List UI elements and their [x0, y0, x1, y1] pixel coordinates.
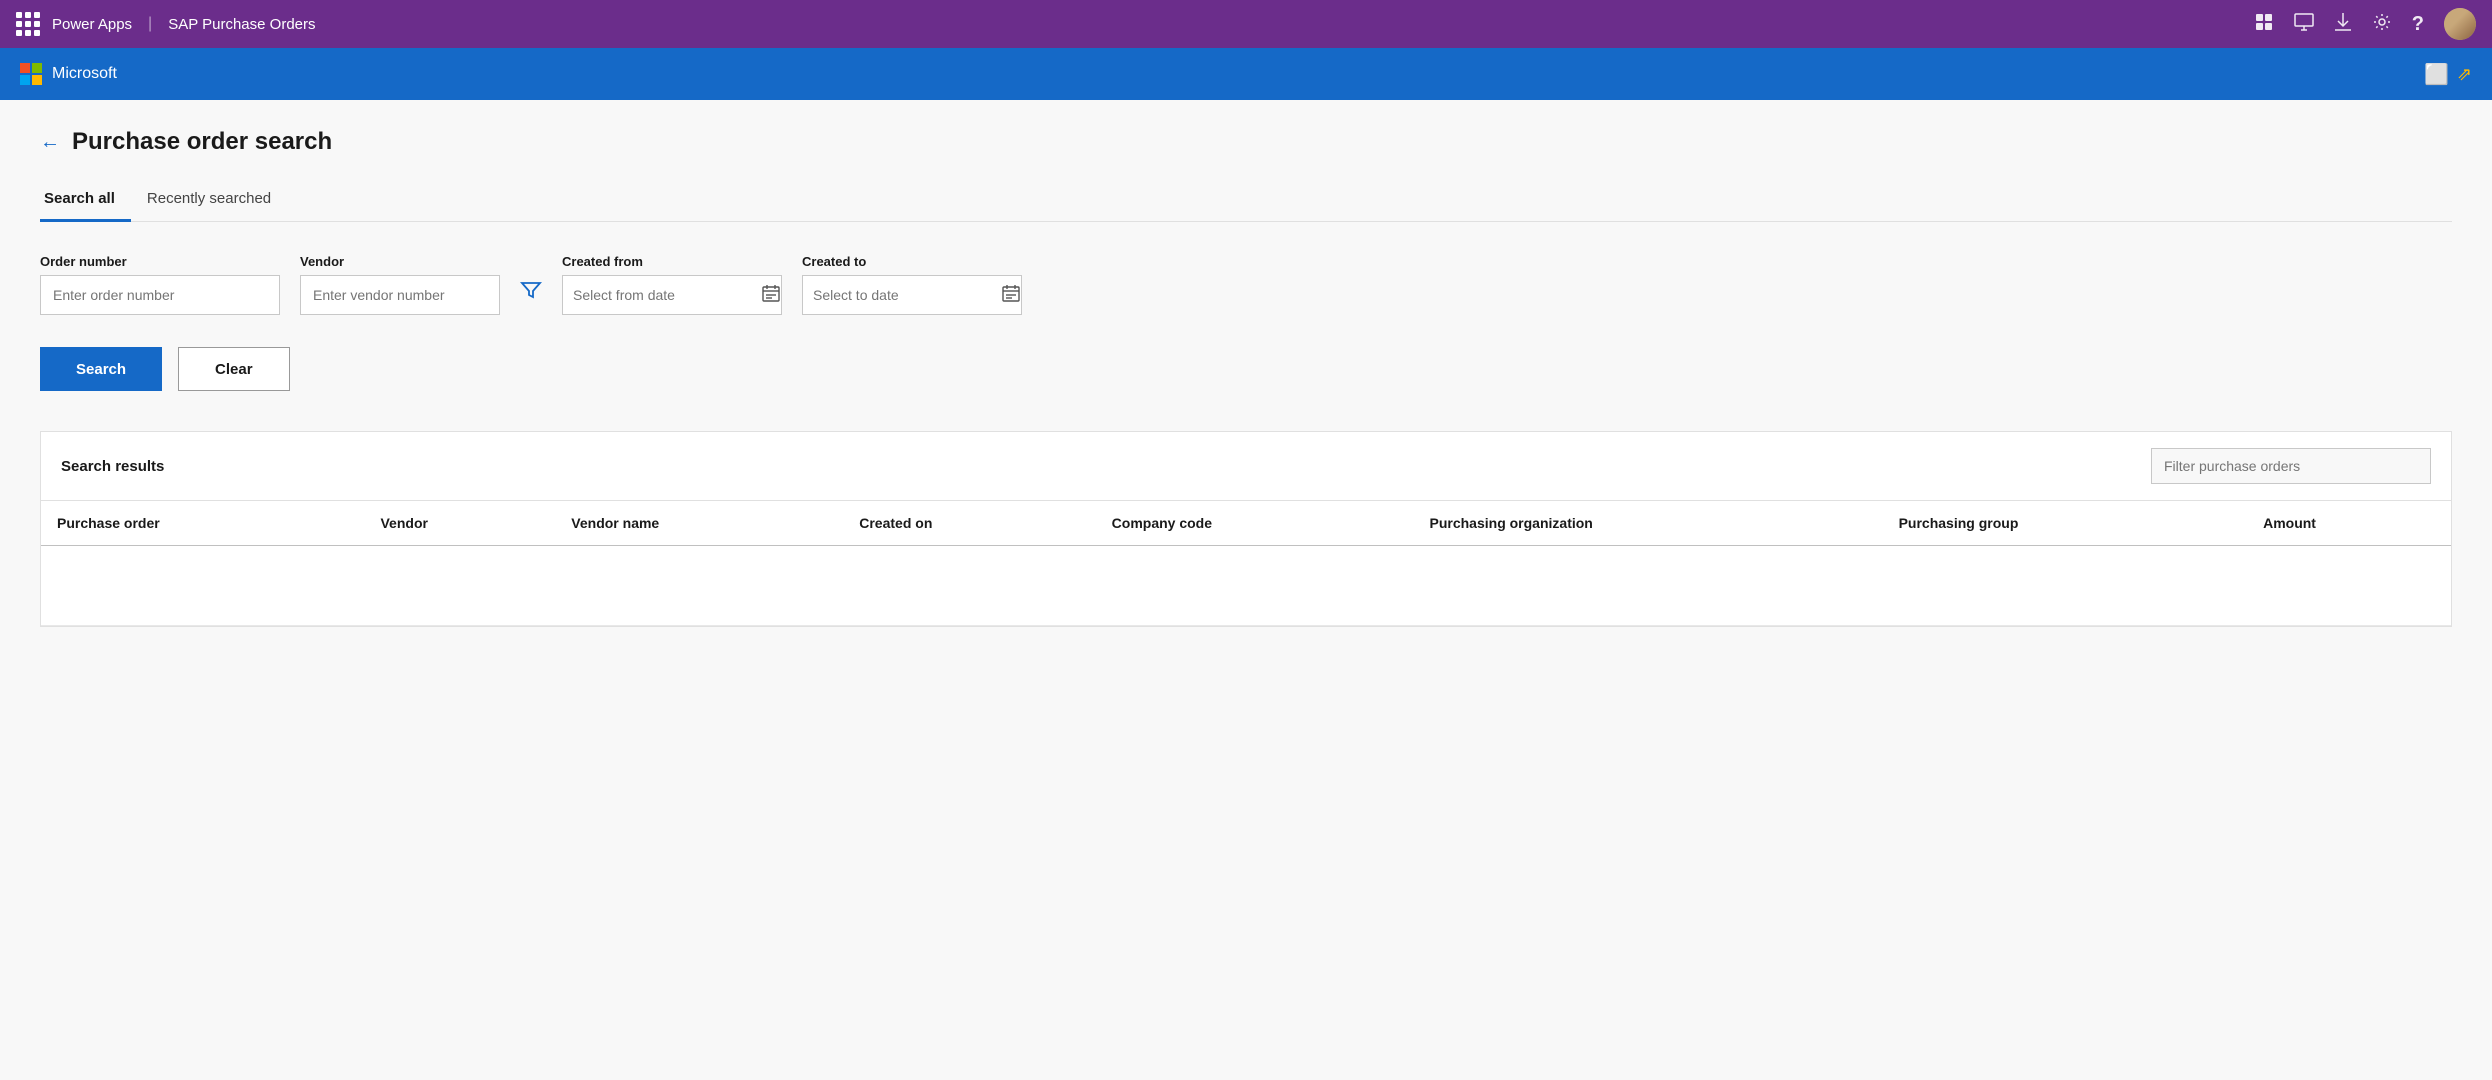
ms-bar: Microsoft ⬜ ⇗	[0, 48, 2492, 100]
col-purchasing-group: Purchasing group	[1883, 501, 2248, 546]
nav-divider: |	[148, 15, 152, 33]
calendar-to-icon[interactable]	[1002, 284, 1020, 307]
top-nav-left: Power Apps | SAP Purchase Orders	[16, 12, 316, 36]
col-vendor: Vendor	[364, 501, 555, 546]
page-header: ← Purchase order search	[40, 128, 2452, 156]
clear-button[interactable]: Clear	[178, 347, 290, 391]
gear-icon[interactable]	[2372, 12, 2392, 37]
results-title: Search results	[61, 458, 164, 475]
calendar-from-icon[interactable]	[762, 284, 780, 307]
col-purchasing-org: Purchasing organization	[1414, 501, 1883, 546]
created-from-label: Created from	[562, 254, 782, 269]
download-icon[interactable]	[2334, 12, 2352, 37]
created-from-input[interactable]	[573, 287, 754, 303]
back-button[interactable]: ←	[40, 131, 60, 154]
app-name: Power Apps	[52, 16, 132, 33]
top-nav: Power Apps | SAP Purchase Orders	[0, 0, 2492, 48]
results-table: Purchase order Vendor Vendor name Create…	[41, 501, 2451, 626]
table-empty-row	[41, 546, 2451, 626]
help-icon[interactable]: ?	[2412, 13, 2424, 36]
created-to-wrapper	[802, 275, 1022, 315]
tab-recently-searched[interactable]: Recently searched	[131, 180, 287, 222]
results-header: Search results	[41, 432, 2451, 501]
vendor-input[interactable]	[300, 275, 500, 315]
tab-search-all[interactable]: Search all	[40, 180, 131, 222]
results-section: Search results Purchase order Vendor Ven…	[40, 431, 2452, 627]
apps-grid-icon[interactable]	[16, 12, 40, 36]
created-from-field: Created from	[562, 254, 782, 315]
ms-bar-right: ⬜ ⇗	[2424, 62, 2472, 87]
ms-logo-grid	[20, 63, 42, 85]
created-to-label: Created to	[802, 254, 1022, 269]
vendor-field: Vendor	[300, 254, 500, 315]
avatar[interactable]	[2444, 8, 2476, 40]
ms-logo[interactable]: Microsoft	[20, 63, 117, 85]
filter-icon-wrapper	[520, 279, 542, 315]
filter-icon[interactable]	[520, 279, 542, 307]
top-nav-right: ?	[2254, 8, 2476, 40]
tabs-bar: Search all Recently searched	[40, 180, 2452, 222]
filter-orders-input[interactable]	[2164, 458, 2418, 474]
col-company-code: Company code	[1096, 501, 1414, 546]
screen-icon[interactable]	[2294, 13, 2314, 36]
button-row: Search Clear	[40, 347, 2452, 391]
order-number-input[interactable]	[40, 275, 280, 315]
page-title: Purchase order search	[72, 128, 332, 156]
search-form: Order number Vendor Created from	[40, 254, 2452, 315]
col-amount: Amount	[2247, 501, 2451, 546]
order-number-label: Order number	[40, 254, 280, 269]
puzzle-icon[interactable]	[2254, 12, 2274, 37]
created-from-wrapper	[562, 275, 782, 315]
ms-bar-icon-1[interactable]: ⬜	[2424, 62, 2449, 87]
created-to-input[interactable]	[813, 287, 994, 303]
order-number-field: Order number	[40, 254, 280, 315]
main-content: ← Purchase order search Search all Recen…	[0, 100, 2492, 1080]
filter-input-wrapper	[2151, 448, 2431, 484]
created-to-field: Created to	[802, 254, 1022, 315]
app-title: SAP Purchase Orders	[168, 16, 315, 33]
vendor-label: Vendor	[300, 254, 500, 269]
search-button[interactable]: Search	[40, 347, 162, 391]
ms-bar-icon-2[interactable]: ⇗	[2457, 64, 2472, 85]
ms-logo-text: Microsoft	[52, 65, 117, 83]
table-header-row: Purchase order Vendor Vendor name Create…	[41, 501, 2451, 546]
empty-cell	[41, 546, 2451, 626]
col-created-on: Created on	[843, 501, 1095, 546]
col-vendor-name: Vendor name	[555, 501, 843, 546]
col-purchase-order: Purchase order	[41, 501, 364, 546]
